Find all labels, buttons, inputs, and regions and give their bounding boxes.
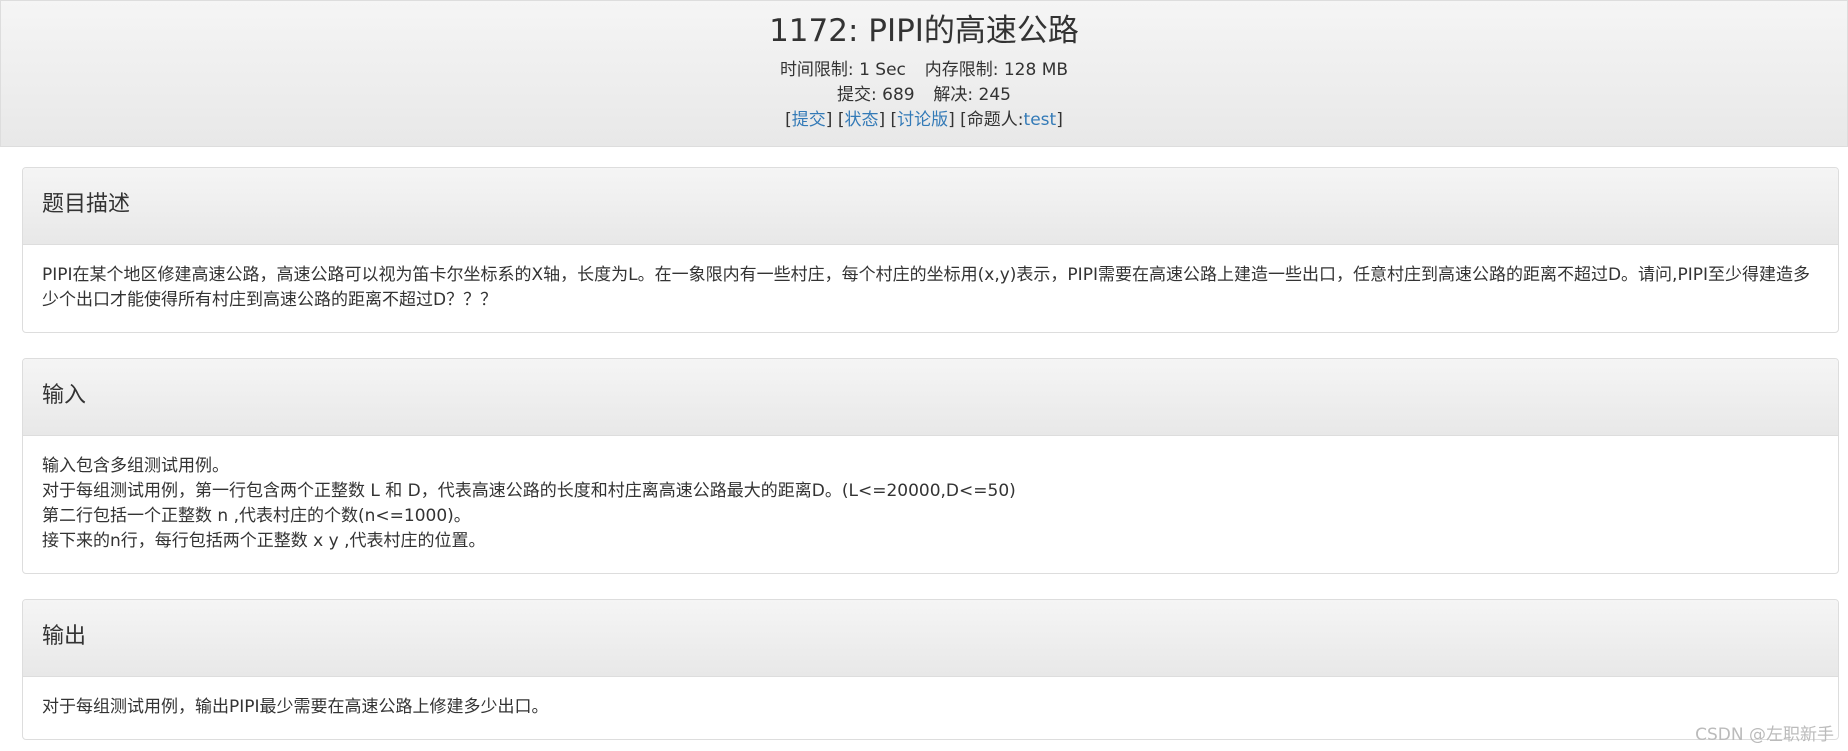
problem-header: 1172: PIPI的高速公路 时间限制: 1 Sec 内存限制: 128 MB… — [0, 0, 1848, 147]
input-heading: 输入 — [42, 383, 87, 408]
input-line: 接下来的n行，每行包括两个正整数 x y ,代表村庄的位置。 — [42, 531, 486, 551]
limits-line: 时间限制: 1 Sec 内存限制: 128 MB — [1, 58, 1847, 82]
description-heading: 题目描述 — [42, 192, 131, 217]
author-label: 命题人: — [966, 110, 1024, 130]
solved-count-label: 解决: — [933, 85, 974, 105]
action-links: [提交] [状态] [讨论版] [命题人:test] — [785, 110, 1063, 130]
memory-limit-value: 128 MB — [1003, 60, 1069, 80]
watermark: CSDN @左职新手 — [1695, 725, 1834, 745]
discuss-link[interactable]: 讨论版 — [897, 110, 948, 130]
status-link[interactable]: 状态 — [844, 110, 878, 130]
output-text: 对于每组测试用例，输出PIPI最少需要在高速公路上修建多少出口。 — [42, 697, 549, 717]
input-panel-heading: 输入 — [23, 359, 1838, 436]
submit-count-value: 689 — [882, 85, 915, 105]
output-body: 对于每组测试用例，输出PIPI最少需要在高速公路上修建多少出口。 — [42, 695, 1819, 720]
output-panel: 输出 对于每组测试用例，输出PIPI最少需要在高速公路上修建多少出口。 — [22, 599, 1839, 740]
page-title: 1172: PIPI的高速公路 — [769, 13, 1079, 49]
description-text: PIPI在某个地区修建高速公路，高速公路可以视为笛卡尔坐标系的X轴，长度为L。在… — [42, 265, 1810, 310]
input-panel: 输入 输入包含多组测试用例。 对于每组测试用例，第一行包含两个正整数 L 和 D… — [22, 358, 1839, 574]
output-panel-heading: 输出 — [23, 600, 1838, 677]
description-panel: 题目描述 PIPI在某个地区修建高速公路，高速公路可以视为笛卡尔坐标系的X轴，长… — [22, 167, 1839, 333]
memory-limit-label: 内存限制: — [924, 60, 999, 80]
description-panel-heading: 题目描述 — [23, 168, 1838, 245]
input-line: 第二行包括一个正整数 n ,代表村庄的个数(n<=1000)。 — [42, 506, 471, 526]
description-body: PIPI在某个地区修建高速公路，高速公路可以视为笛卡尔坐标系的X轴，长度为L。在… — [42, 263, 1819, 313]
input-line: 对于每组测试用例，第一行包含两个正整数 L 和 D，代表高速公路的长度和村庄离高… — [42, 481, 1016, 501]
submit-count-label: 提交: — [837, 85, 877, 105]
input-body: 输入包含多组测试用例。 对于每组测试用例，第一行包含两个正整数 L 和 D，代表… — [42, 454, 1819, 554]
solved-count-value: 245 — [978, 85, 1011, 105]
input-line: 输入包含多组测试用例。 — [42, 456, 229, 476]
output-heading: 输出 — [42, 624, 87, 649]
submit-link[interactable]: 提交 — [792, 110, 826, 130]
time-limit-value: 1 Sec — [859, 60, 906, 80]
stats-line: 提交: 689 解决: 245 — [1, 83, 1847, 107]
time-limit-label: 时间限制: — [779, 60, 854, 80]
author-link[interactable]: test — [1024, 110, 1057, 130]
